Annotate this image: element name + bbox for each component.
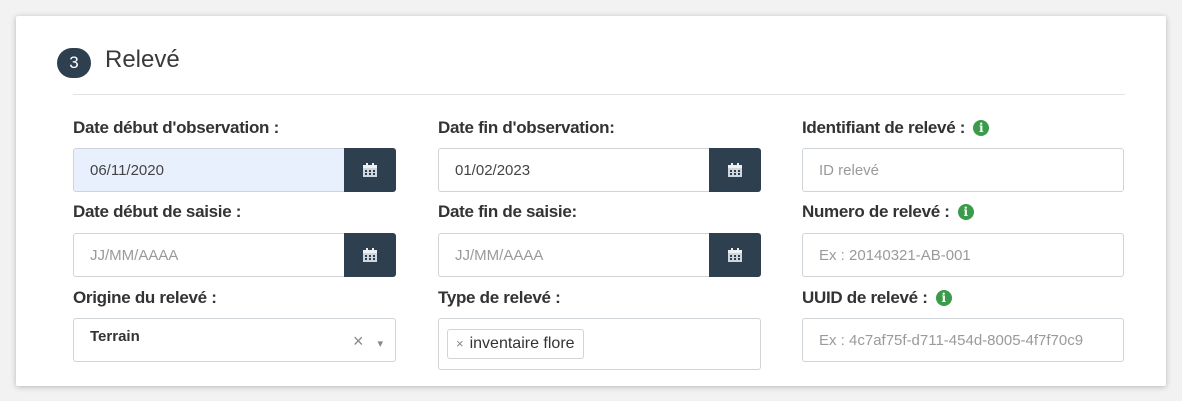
info-icon[interactable]: i bbox=[957, 204, 974, 220]
identifiant-label: Identifiant de relevé :i bbox=[802, 118, 990, 138]
date-debut-saisie-input[interactable]: JJ/MM/AAAA bbox=[73, 233, 346, 277]
calendar-icon bbox=[728, 248, 742, 262]
date-debut-obs-calendar-button[interactable] bbox=[344, 148, 396, 192]
date-fin-saisie-calendar-button[interactable] bbox=[709, 233, 761, 277]
date-fin-obs-label: Date fin d'observation: bbox=[438, 118, 615, 137]
identifiant-input[interactable]: ID relevé bbox=[802, 148, 1124, 192]
date-debut-saisie-calendar-button[interactable] bbox=[344, 233, 396, 277]
date-fin-saisie-input[interactable]: JJ/MM/AAAA bbox=[438, 233, 711, 277]
numero-input[interactable]: Ex : 20140321-AB-001 bbox=[802, 233, 1124, 277]
uuid-label: UUID de relevé :i bbox=[802, 288, 952, 308]
type-multiselect[interactable]: × inventaire flore bbox=[438, 318, 761, 370]
type-label: Type de relevé : bbox=[438, 288, 561, 307]
date-debut-obs-label: Date début d'observation : bbox=[73, 118, 279, 137]
origine-label: Origine du relevé : bbox=[73, 288, 217, 307]
calendar-icon bbox=[363, 248, 377, 262]
date-fin-saisie-label: Date fin de saisie: bbox=[438, 202, 577, 221]
date-debut-obs-input[interactable]: 06/11/2020 bbox=[73, 148, 346, 192]
type-chip: × inventaire flore bbox=[447, 329, 584, 359]
date-fin-obs-input[interactable]: 01/02/2023 bbox=[438, 148, 711, 192]
select-controls: × ▾ bbox=[353, 319, 383, 366]
header-divider bbox=[73, 94, 1125, 95]
info-icon[interactable]: i bbox=[973, 120, 990, 136]
chevron-down-icon[interactable]: ▾ bbox=[377, 338, 383, 350]
chip-remove-icon[interactable]: × bbox=[456, 336, 464, 351]
calendar-icon bbox=[363, 163, 377, 177]
date-debut-saisie-label: Date début de saisie : bbox=[73, 202, 242, 221]
section-header: 3 Relevé bbox=[57, 36, 1117, 78]
calendar-icon bbox=[728, 163, 742, 177]
origine-select[interactable]: Terrain × ▾ bbox=[73, 318, 396, 362]
section-title: Relevé bbox=[105, 46, 180, 73]
uuid-input[interactable]: Ex : 4c7af75f-d711-454d-8005-4f7f70c9 bbox=[802, 318, 1124, 362]
clear-icon[interactable]: × bbox=[353, 331, 364, 351]
numero-label: Numero de relevé :i bbox=[802, 202, 974, 222]
info-icon[interactable]: i bbox=[935, 290, 952, 306]
date-fin-obs-calendar-button[interactable] bbox=[709, 148, 761, 192]
step-number-badge: 3 bbox=[57, 48, 91, 78]
